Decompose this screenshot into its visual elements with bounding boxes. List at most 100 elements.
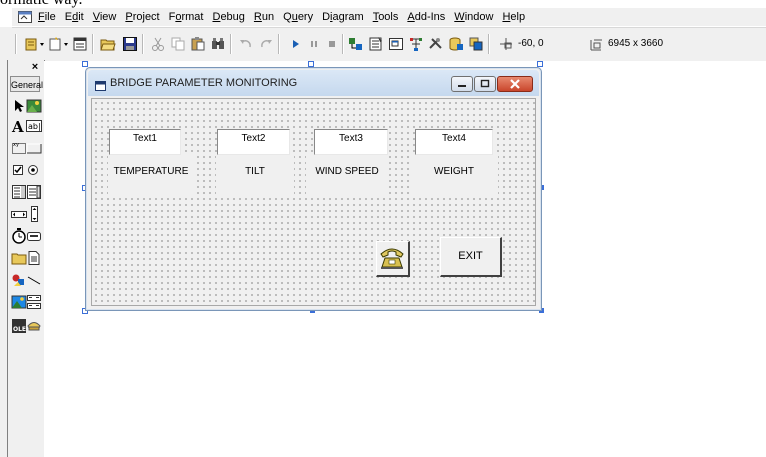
vb6-ide-window: File Edit View Project Format Debug Run Query Di… (0, 8, 766, 457)
svg-text:ab|: ab| (28, 122, 41, 131)
menu-diagram[interactable]: Diagram (322, 11, 364, 23)
label-temperature: TEMPERATURE (108, 156, 194, 196)
copy-icon[interactable] (170, 36, 186, 52)
component-manager-icon[interactable] (468, 36, 484, 52)
label-wind-speed: WIND SPEED (306, 156, 388, 196)
filelistbox-icon[interactable] (26, 250, 42, 266)
end-icon[interactable] (324, 36, 340, 52)
add-project-icon[interactable] (24, 36, 44, 52)
start-icon[interactable] (288, 36, 304, 52)
form-title: BRIDGE PARAMETER MONITORING (110, 77, 298, 89)
toolbar-grip-area (0, 27, 12, 61)
commandbutton-icon[interactable] (26, 140, 42, 156)
cut-icon[interactable] (150, 36, 166, 52)
menu-format[interactable]: Format (169, 11, 204, 23)
menu-debug[interactable]: Debug (212, 11, 244, 23)
close-icon[interactable]: × (29, 62, 41, 74)
redo-icon[interactable] (258, 36, 274, 52)
toolbar-grip[interactable] (15, 34, 17, 54)
textbox-wind-speed[interactable]: Text3 (314, 129, 388, 155)
textbox-icon[interactable]: ab| (26, 118, 42, 134)
menu-help[interactable]: Help (502, 11, 525, 23)
dirlistbox-icon[interactable] (11, 250, 27, 266)
label-icon[interactable]: A (11, 118, 27, 136)
size-icon (588, 36, 604, 52)
frame-icon[interactable]: xy (11, 140, 27, 156)
checkbox-icon[interactable] (11, 162, 27, 178)
data-control-icon[interactable] (26, 294, 42, 310)
form-layout-icon[interactable] (388, 36, 404, 52)
form-icon (95, 78, 106, 91)
menu-window[interactable]: Window (454, 11, 493, 23)
textbox-temperature[interactable]: Text1 (109, 129, 181, 155)
menu-view[interactable]: View (93, 11, 117, 23)
object-browser-icon[interactable] (408, 36, 424, 52)
close-x-icon (510, 79, 520, 89)
image-icon[interactable] (11, 294, 27, 310)
toolbar-separator (230, 34, 232, 54)
ole-icon[interactable]: OLE (11, 318, 27, 334)
menu-tools[interactable]: Tools (373, 11, 399, 23)
menu-project[interactable]: Project (125, 11, 159, 23)
menu-file[interactable]: File (38, 11, 56, 23)
size-readout: 6945 x 3660 (608, 38, 664, 49)
phone-button[interactable] (376, 241, 410, 277)
minimize-button[interactable] (451, 76, 473, 92)
hscrollbar-icon[interactable] (11, 206, 27, 222)
listbox-icon[interactable] (26, 184, 42, 200)
open-project-icon[interactable] (100, 36, 116, 52)
line-icon[interactable] (26, 272, 42, 288)
undo-icon[interactable] (238, 36, 254, 52)
toolbar-separator (278, 34, 280, 54)
telephone-icon (380, 248, 404, 269)
svg-text:OLE: OLE (13, 326, 26, 333)
textbox-tilt[interactable]: Text2 (217, 129, 290, 155)
save-project-icon[interactable] (122, 36, 138, 52)
toolbox-icon[interactable] (428, 36, 444, 52)
standard-toolbar: -60, 0 6945 x 3660 (12, 27, 766, 63)
menu-editor-icon[interactable] (72, 36, 88, 52)
find-icon[interactable] (210, 36, 226, 52)
properties-window-icon[interactable] (368, 36, 384, 52)
mscomm-icon[interactable] (26, 316, 42, 332)
add-form-icon[interactable] (48, 36, 68, 52)
timer-icon[interactable] (11, 228, 27, 244)
label-weight: WEIGHT (410, 156, 498, 196)
menu-query[interactable]: Query (283, 11, 313, 23)
shape-icon[interactable] (11, 272, 27, 288)
exit-button[interactable]: EXIT (440, 237, 502, 277)
position-readout: -60, 0 (518, 38, 544, 49)
maximize-button[interactable] (474, 76, 496, 92)
minimize-icon (458, 85, 466, 87)
break-icon[interactable] (306, 36, 322, 52)
label-tilt: TILT (216, 156, 294, 196)
menu-edit[interactable]: Edit (65, 11, 84, 23)
pointer-icon[interactable] (11, 98, 27, 114)
project-explorer-icon[interactable] (348, 36, 364, 52)
drivelistbox-icon[interactable] (26, 228, 42, 244)
svg-text:xy: xy (13, 142, 19, 148)
svg-text:A: A (11, 118, 24, 134)
data-view-icon[interactable] (448, 36, 464, 52)
vscrollbar-icon[interactable] (26, 206, 42, 222)
menu-addins[interactable]: Add-Ins (407, 11, 445, 23)
toolbox-panel: × General A ab| xy OLE (7, 60, 45, 457)
toolbox-tab-general[interactable]: General (10, 76, 43, 92)
combobox-icon[interactable] (11, 184, 27, 200)
toolbar-separator (142, 34, 144, 54)
resize-handle-top-left[interactable] (82, 61, 88, 67)
paste-icon[interactable] (190, 36, 206, 52)
textbox-weight[interactable]: Text4 (415, 129, 493, 155)
menu-items: File Edit View Project Format Debug Run Query Di… (38, 11, 534, 23)
app-menu-icon[interactable] (18, 11, 32, 23)
menu-run[interactable]: Run (254, 11, 274, 23)
close-button[interactable] (497, 76, 533, 92)
form-title-bar[interactable]: BRIDGE PARAMETER MONITORING (88, 70, 539, 96)
toolbar-separator (342, 34, 344, 54)
bridge-form[interactable]: BRIDGE PARAMETER MONITORING Text1 Text2 … (85, 67, 542, 311)
toolbar-separator (488, 34, 490, 54)
maximize-icon (480, 79, 490, 88)
picturebox-icon[interactable] (26, 98, 42, 114)
menu-bar: File Edit View Project Format Debug Run Query Di… (12, 8, 766, 26)
optionbutton-icon[interactable] (26, 162, 42, 178)
